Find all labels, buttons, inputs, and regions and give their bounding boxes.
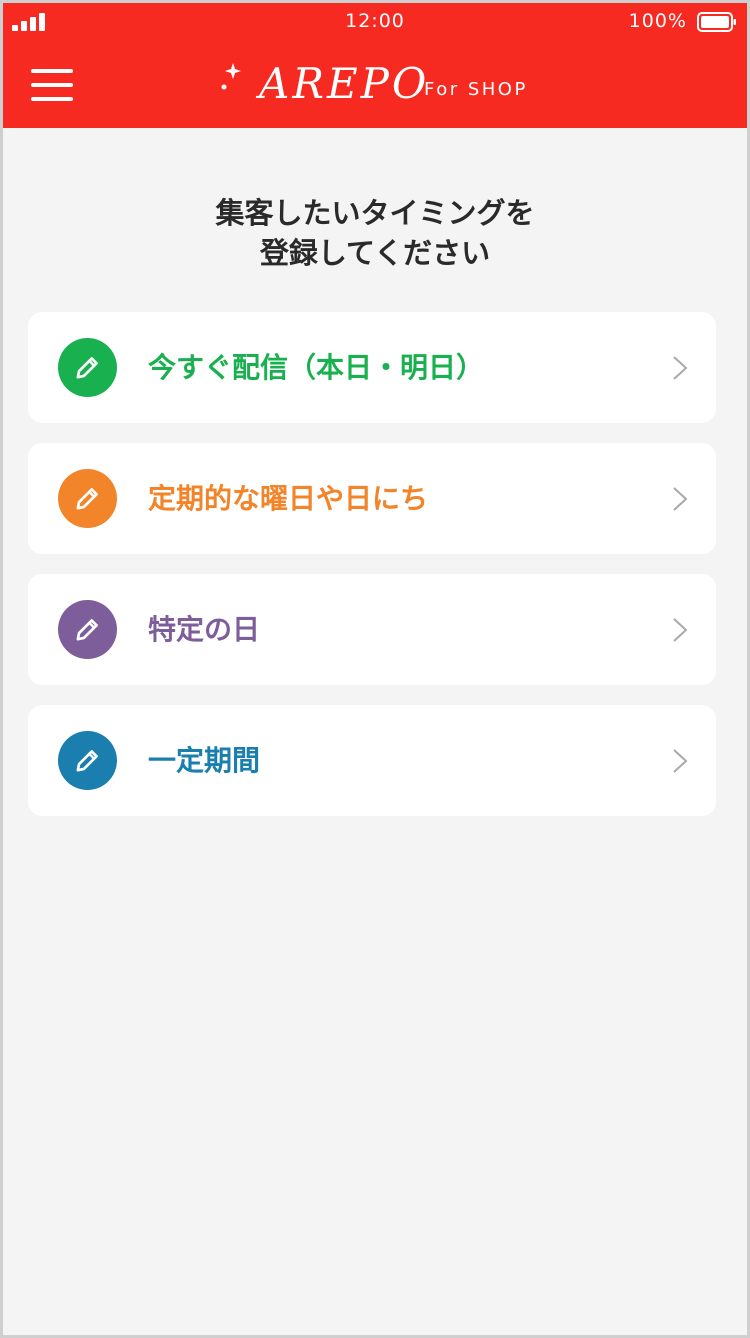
status-bar: 12:00 100% — [3, 3, 747, 39]
navigation-bar: AREPO For SHOP — [3, 39, 747, 128]
option-deliver-now[interactable]: 今すぐ配信（本日・明日） — [28, 312, 716, 423]
option-icon-circle — [58, 338, 117, 397]
chevron-right-icon — [673, 749, 688, 773]
logo-subtext: For SHOP — [424, 79, 528, 100]
pencil-icon — [76, 357, 98, 379]
chevron-right-icon — [673, 487, 688, 511]
option-label: 特定の日 — [148, 613, 261, 646]
option-recurring-days[interactable]: 定期的な曜日や日にち — [28, 443, 716, 554]
option-fixed-period[interactable]: 一定期間 — [28, 705, 716, 816]
page-title-line-2: 登録してください — [259, 236, 491, 270]
option-label: 定期的な曜日や日にち — [148, 482, 429, 515]
chevron-right-icon — [673, 356, 688, 380]
option-icon-circle — [58, 600, 117, 659]
option-specific-day[interactable]: 特定の日 — [28, 574, 716, 685]
option-label: 一定期間 — [148, 744, 261, 777]
battery-percentage: 100% — [628, 10, 687, 32]
app-header: 12:00 100% AREPO For SHOP — [3, 3, 747, 128]
pencil-icon — [76, 750, 98, 772]
option-label: 今すぐ配信（本日・明日） — [148, 351, 485, 384]
page-title-line-1: 集客したいタイミングを — [215, 196, 535, 230]
option-icon-circle — [58, 731, 117, 790]
logo-text: AREPO — [259, 59, 430, 108]
battery-icon — [697, 12, 736, 32]
page-title: 集客したいタイミングを 登録してください — [3, 193, 747, 273]
app-logo: AREPO For SHOP — [219, 53, 539, 115]
pencil-icon — [76, 619, 98, 641]
chevron-right-icon — [673, 618, 688, 642]
app-screen: 12:00 100% AREPO For SHOP 集客したいタイミングを 登録… — [0, 0, 750, 1338]
hamburger-menu-icon[interactable] — [31, 69, 73, 103]
option-icon-circle — [58, 469, 117, 528]
pencil-icon — [76, 488, 98, 510]
